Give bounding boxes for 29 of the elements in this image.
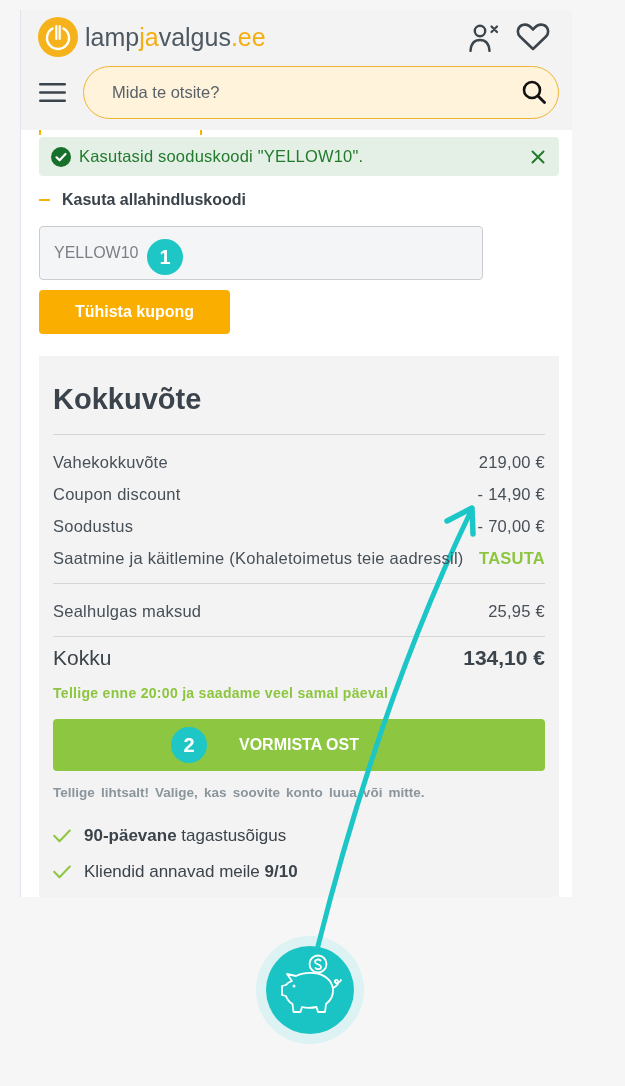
summary-label: Sealhulgas maksud	[53, 601, 202, 621]
total-amount: 134,10 €	[463, 645, 545, 671]
logo-wordmark[interactable]: lampjavalgus.ee	[85, 22, 266, 52]
search-icon[interactable]	[522, 80, 546, 104]
search-field[interactable]: Mida te otsite?	[83, 66, 559, 119]
total-label: Kokku	[53, 645, 112, 671]
user-icon[interactable]	[469, 22, 499, 52]
piggy-bank-icon	[256, 936, 364, 1044]
summary-amount: - 14,90 €	[477, 484, 545, 504]
heart-icon[interactable]	[516, 23, 550, 51]
account-note: Tellige lihtsalt! Valige, kas soovite konto luua või mitte.	[53, 785, 426, 801]
benefit-text: 90-päevane tagastusõigus	[84, 826, 287, 846]
summary-label: Vahekokkuvõte	[53, 452, 168, 472]
summary-label: Coupon discount	[53, 484, 181, 504]
benefit-text: Kliendid annavad meile 9/10	[84, 862, 298, 882]
summary-title: Kokkuvõte	[53, 382, 203, 417]
delivery-note: Tellige enne 20:00 ja saadame veel samal päeval	[53, 685, 390, 701]
check-circle-icon	[51, 146, 71, 167]
summary-amount: 25,95 €	[488, 601, 545, 621]
check-icon	[53, 865, 71, 879]
summary-amount: - 70,00 €	[477, 516, 545, 536]
alert-message: Kasutasid sooduskoodi "YELLOW10".	[79, 147, 365, 166]
summary-amount: 219,00 €	[478, 452, 545, 472]
menu-icon[interactable]	[39, 83, 66, 102]
lamp-logo-icon	[38, 17, 78, 57]
summary-label: Soodustus	[53, 516, 134, 536]
summary-amount: TASUTA	[479, 548, 545, 568]
check-icon	[53, 829, 71, 843]
close-icon[interactable]	[531, 149, 545, 164]
